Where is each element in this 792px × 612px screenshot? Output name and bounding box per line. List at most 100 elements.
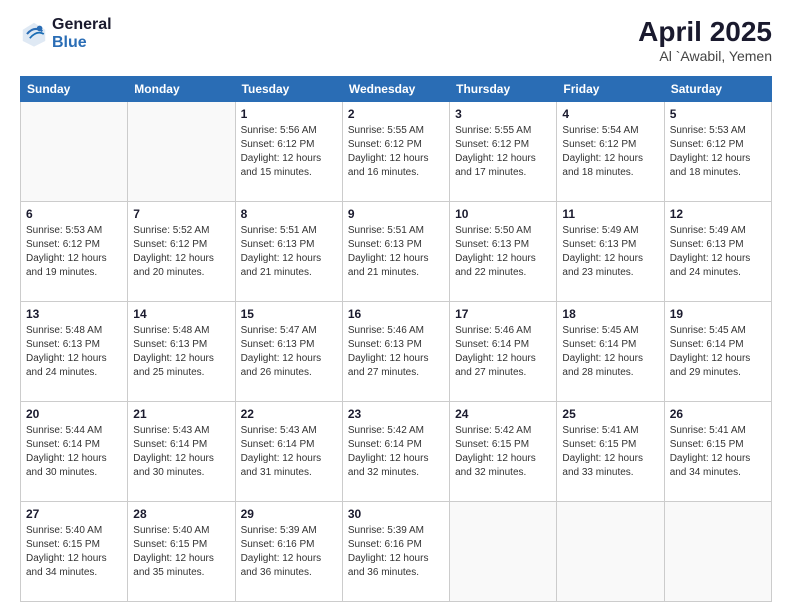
day-info-line: Daylight: 12 hours and 22 minutes. (455, 252, 551, 280)
day-info-line: Sunset: 6:13 PM (241, 338, 337, 352)
day-info-line: Sunrise: 5:43 AM (133, 424, 229, 438)
day-info-line: Sunset: 6:15 PM (670, 438, 766, 452)
logo-text: General Blue (52, 16, 112, 51)
day-info-line: Sunset: 6:16 PM (348, 538, 444, 552)
day-info-line: Daylight: 12 hours and 16 minutes. (348, 152, 444, 180)
day-info-line: Sunrise: 5:39 AM (241, 524, 337, 538)
day-info-line: Sunset: 6:14 PM (133, 438, 229, 452)
day-cell-w4-d3: 23Sunrise: 5:42 AMSunset: 6:14 PMDayligh… (342, 402, 449, 502)
day-number: 3 (455, 106, 551, 123)
week-row-3: 13Sunrise: 5:48 AMSunset: 6:13 PMDayligh… (21, 302, 772, 402)
day-info-line: Daylight: 12 hours and 32 minutes. (348, 452, 444, 480)
day-cell-w4-d6: 26Sunrise: 5:41 AMSunset: 6:15 PMDayligh… (664, 402, 771, 502)
day-cell-w1-d5: 4Sunrise: 5:54 AMSunset: 6:12 PMDaylight… (557, 102, 664, 202)
day-cell-w1-d0 (21, 102, 128, 202)
day-info-line: Sunrise: 5:55 AM (348, 124, 444, 138)
day-number: 25 (562, 406, 658, 423)
day-cell-w5-d4 (450, 502, 557, 602)
calendar-title: April 2025 (638, 16, 772, 48)
day-info-line: Sunset: 6:13 PM (26, 338, 122, 352)
day-info-line: Daylight: 12 hours and 34 minutes. (670, 452, 766, 480)
day-info-line: Sunset: 6:16 PM (241, 538, 337, 552)
day-info-line: Sunrise: 5:50 AM (455, 224, 551, 238)
day-info-line: Sunset: 6:13 PM (348, 238, 444, 252)
day-info-line: Daylight: 12 hours and 33 minutes. (562, 452, 658, 480)
day-info-line: Daylight: 12 hours and 31 minutes. (241, 452, 337, 480)
logo-general-text: General (52, 16, 112, 34)
day-cell-w3-d4: 17Sunrise: 5:46 AMSunset: 6:14 PMDayligh… (450, 302, 557, 402)
day-info-line: Sunrise: 5:43 AM (241, 424, 337, 438)
day-number: 1 (241, 106, 337, 123)
day-cell-w5-d6 (664, 502, 771, 602)
day-info-line: Sunrise: 5:53 AM (26, 224, 122, 238)
col-tuesday: Tuesday (235, 77, 342, 102)
day-cell-w2-d0: 6Sunrise: 5:53 AMSunset: 6:12 PMDaylight… (21, 202, 128, 302)
day-info-line: Sunrise: 5:48 AM (26, 324, 122, 338)
day-info-line: Daylight: 12 hours and 24 minutes. (670, 252, 766, 280)
day-cell-w5-d2: 29Sunrise: 5:39 AMSunset: 6:16 PMDayligh… (235, 502, 342, 602)
day-info-line: Sunset: 6:14 PM (241, 438, 337, 452)
day-info-line: Sunset: 6:14 PM (670, 338, 766, 352)
day-cell-w5-d1: 28Sunrise: 5:40 AMSunset: 6:15 PMDayligh… (128, 502, 235, 602)
day-info-line: Sunset: 6:14 PM (455, 338, 551, 352)
day-info-line: Daylight: 12 hours and 25 minutes. (133, 352, 229, 380)
day-info-line: Sunset: 6:12 PM (133, 238, 229, 252)
day-info-line: Sunrise: 5:47 AM (241, 324, 337, 338)
calendar-table: Sunday Monday Tuesday Wednesday Thursday… (20, 76, 772, 602)
day-info-line: Daylight: 12 hours and 18 minutes. (562, 152, 658, 180)
day-number: 4 (562, 106, 658, 123)
day-cell-w2-d2: 8Sunrise: 5:51 AMSunset: 6:13 PMDaylight… (235, 202, 342, 302)
col-friday: Friday (557, 77, 664, 102)
day-info-line: Sunset: 6:15 PM (562, 438, 658, 452)
day-cell-w5-d3: 30Sunrise: 5:39 AMSunset: 6:16 PMDayligh… (342, 502, 449, 602)
col-wednesday: Wednesday (342, 77, 449, 102)
day-info-line: Sunset: 6:13 PM (348, 338, 444, 352)
day-cell-w4-d1: 21Sunrise: 5:43 AMSunset: 6:14 PMDayligh… (128, 402, 235, 502)
day-info-line: Sunset: 6:13 PM (241, 238, 337, 252)
title-block: April 2025 Al `Awabil, Yemen (638, 16, 772, 64)
day-cell-w3-d0: 13Sunrise: 5:48 AMSunset: 6:13 PMDayligh… (21, 302, 128, 402)
day-info-line: Daylight: 12 hours and 34 minutes. (26, 552, 122, 580)
day-cell-w5-d0: 27Sunrise: 5:40 AMSunset: 6:15 PMDayligh… (21, 502, 128, 602)
day-number: 12 (670, 206, 766, 223)
day-number: 23 (348, 406, 444, 423)
day-number: 15 (241, 306, 337, 323)
day-info-line: Sunrise: 5:41 AM (562, 424, 658, 438)
day-info-line: Sunrise: 5:44 AM (26, 424, 122, 438)
day-cell-w4-d2: 22Sunrise: 5:43 AMSunset: 6:14 PMDayligh… (235, 402, 342, 502)
day-info-line: Sunset: 6:12 PM (455, 138, 551, 152)
week-row-1: 1Sunrise: 5:56 AMSunset: 6:12 PMDaylight… (21, 102, 772, 202)
day-info-line: Sunrise: 5:53 AM (670, 124, 766, 138)
day-number: 6 (26, 206, 122, 223)
day-cell-w3-d3: 16Sunrise: 5:46 AMSunset: 6:13 PMDayligh… (342, 302, 449, 402)
day-number: 29 (241, 506, 337, 523)
day-cell-w2-d1: 7Sunrise: 5:52 AMSunset: 6:12 PMDaylight… (128, 202, 235, 302)
day-info-line: Daylight: 12 hours and 32 minutes. (455, 452, 551, 480)
day-info-line: Daylight: 12 hours and 27 minutes. (455, 352, 551, 380)
day-number: 16 (348, 306, 444, 323)
day-info-line: Sunrise: 5:55 AM (455, 124, 551, 138)
day-number: 14 (133, 306, 229, 323)
day-info-line: Daylight: 12 hours and 35 minutes. (133, 552, 229, 580)
day-info-line: Daylight: 12 hours and 20 minutes. (133, 252, 229, 280)
day-cell-w4-d0: 20Sunrise: 5:44 AMSunset: 6:14 PMDayligh… (21, 402, 128, 502)
day-info-line: Sunrise: 5:46 AM (348, 324, 444, 338)
day-info-line: Sunset: 6:12 PM (241, 138, 337, 152)
day-cell-w2-d6: 12Sunrise: 5:49 AMSunset: 6:13 PMDayligh… (664, 202, 771, 302)
day-info-line: Daylight: 12 hours and 28 minutes. (562, 352, 658, 380)
day-info-line: Sunrise: 5:45 AM (670, 324, 766, 338)
day-info-line: Sunset: 6:14 PM (562, 338, 658, 352)
day-info-line: Daylight: 12 hours and 15 minutes. (241, 152, 337, 180)
calendar-header: Sunday Monday Tuesday Wednesday Thursday… (21, 77, 772, 102)
day-cell-w3-d1: 14Sunrise: 5:48 AMSunset: 6:13 PMDayligh… (128, 302, 235, 402)
day-cell-w4-d5: 25Sunrise: 5:41 AMSunset: 6:15 PMDayligh… (557, 402, 664, 502)
day-info-line: Sunrise: 5:41 AM (670, 424, 766, 438)
day-number: 18 (562, 306, 658, 323)
day-cell-w1-d6: 5Sunrise: 5:53 AMSunset: 6:12 PMDaylight… (664, 102, 771, 202)
logo: General Blue (20, 16, 112, 51)
day-cell-w2-d4: 10Sunrise: 5:50 AMSunset: 6:13 PMDayligh… (450, 202, 557, 302)
day-info-line: Sunrise: 5:51 AM (241, 224, 337, 238)
day-info-line: Daylight: 12 hours and 19 minutes. (26, 252, 122, 280)
col-saturday: Saturday (664, 77, 771, 102)
day-number: 20 (26, 406, 122, 423)
